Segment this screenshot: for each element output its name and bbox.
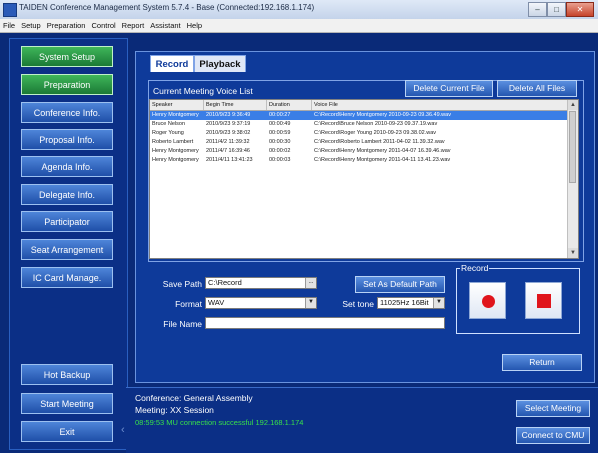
window-title: TAIDEN Conference Management System 5.7.… <box>19 3 315 12</box>
cell-duration: 00:00:30 <box>269 139 291 145</box>
voice-file-table[interactable]: Speaker Begin Time Duration Voice File H… <box>149 99 579 259</box>
start-meeting-button[interactable]: Start Meeting <box>21 393 113 414</box>
cell-duration: 00:00:02 <box>269 148 291 154</box>
menu-preparation[interactable]: Preparation <box>44 19 89 32</box>
save-path-value: C:\Record <box>208 278 242 287</box>
cell-begin-time: 2011/4/7 16:39:46 <box>206 148 250 154</box>
sidebar-item-seat-arrangement[interactable]: Seat Arrangement <box>21 239 113 260</box>
file-name-label: File Name <box>163 319 202 329</box>
table-row[interactable]: Henry Montgomery 2010/9/23 9:36:49 00:00… <box>150 111 568 120</box>
sidebar-item-proposal-info[interactable]: Proposal Info. <box>21 129 113 150</box>
column-begin-time[interactable]: Begin Time <box>204 100 267 110</box>
sidebar-item-agenda-info[interactable]: Agenda Info. <box>21 156 113 177</box>
cell-begin-time: 2010/9/23 9:38:02 <box>206 130 251 136</box>
cell-begin-time: 2011/4/11 13:41:23 <box>206 157 253 163</box>
format-value: WAV <box>208 298 225 307</box>
scroll-thumb[interactable] <box>569 111 576 183</box>
save-path-label: Save Path <box>162 279 202 289</box>
minimize-icon[interactable]: – <box>528 2 547 17</box>
record-group-legend: Record <box>460 263 490 273</box>
set-tone-value: 11025Hz 16Bit <box>380 298 429 307</box>
scroll-down-icon[interactable]: ▼ <box>568 248 578 258</box>
sidebar-item-preparation[interactable]: Preparation <box>21 74 113 95</box>
file-name-field[interactable] <box>205 317 445 329</box>
cell-speaker: Roberto Lambert <box>152 139 194 145</box>
cell-begin-time: 2011/4/2 11:39:32 <box>206 139 250 145</box>
cell-voice-file: C:\Record\Henry Montgomery 2011-04-11 13… <box>314 157 451 163</box>
menu-file[interactable]: File <box>0 19 18 32</box>
window-titlebar: TAIDEN Conference Management System 5.7.… <box>0 0 598 20</box>
format-label: Format <box>175 299 202 309</box>
table-row[interactable]: Henry Montgomery 2011/4/7 16:39:46 00:00… <box>150 147 568 156</box>
menu-assistant[interactable]: Assistant <box>147 19 183 32</box>
cell-voice-file: C:\Record\Henry Montgomery 2010-09-23 09… <box>314 112 451 118</box>
set-tone-select[interactable]: 11025Hz 16Bit ▼ <box>377 297 445 309</box>
menu-report[interactable]: Report <box>119 19 148 32</box>
menu-control[interactable]: Control <box>88 19 118 32</box>
cell-begin-time: 2010/9/23 9:37:19 <box>206 121 251 127</box>
meeting-name: Meeting: XX Session <box>135 405 214 415</box>
table-scrollbar[interactable]: ▲ ▼ <box>567 100 578 258</box>
cell-voice-file: C:\Record\Henry Montgomery 2011-04-07 16… <box>314 148 451 154</box>
delete-all-files-button[interactable]: Delete All Files <box>497 80 577 97</box>
cell-duration: 00:00:49 <box>269 121 291 127</box>
scroll-up-icon[interactable]: ▲ <box>568 100 578 110</box>
set-tone-label: Set tone <box>342 299 374 309</box>
sidebar-item-delegate-info[interactable]: Delegate Info. <box>21 184 113 205</box>
cell-duration: 00:00:03 <box>269 157 291 163</box>
record-dot-icon <box>482 295 495 308</box>
cell-begin-time: 2010/9/23 9:36:49 <box>206 112 251 118</box>
select-meeting-button[interactable]: Select Meeting <box>516 400 590 417</box>
column-speaker[interactable]: Speaker <box>150 100 204 110</box>
sidebar-item-participator[interactable]: Participator <box>21 211 113 232</box>
record-button[interactable] <box>469 282 506 319</box>
format-select[interactable]: WAV ▼ <box>205 297 317 309</box>
stop-button[interactable] <box>525 282 562 319</box>
status-message: 08:59:53 MU connection successful 192.16… <box>135 418 304 427</box>
table-header: Speaker Begin Time Duration Voice File <box>150 100 568 111</box>
collapse-arrow-icon[interactable]: ‹ <box>121 424 125 436</box>
menu-bar: File Setup Preparation Control Report As… <box>0 19 598 33</box>
table-row[interactable]: Roger Young 2010/9/23 9:38:02 00:00:59 C… <box>150 129 568 138</box>
return-button[interactable]: Return <box>502 354 582 371</box>
browse-button[interactable]: ... <box>305 278 316 288</box>
cell-speaker: Henry Montgomery <box>152 148 199 154</box>
set-default-path-button[interactable]: Set As Default Path <box>355 276 445 293</box>
sidebar-item-conference-info[interactable]: Conference Info. <box>21 102 113 123</box>
close-icon[interactable]: ✕ <box>566 2 594 17</box>
menu-setup[interactable]: Setup <box>18 19 44 32</box>
cell-voice-file: C:\Record\Roberto Lambert 2011-04-02 11.… <box>314 139 445 145</box>
sidebar-item-system-setup[interactable]: System Setup <box>21 46 113 67</box>
cell-speaker: Bruce Nelson <box>152 121 186 127</box>
sidebar-item-ic-card-manage[interactable]: IC Card Manage. <box>21 267 113 288</box>
app-logo-icon <box>3 3 17 17</box>
cell-voice-file: C:\Record\Bruce Nelson 2010-09-23 09.37.… <box>314 121 438 127</box>
cell-voice-file: C:\Record\Roger Young 2010-09-23 09.38.0… <box>314 130 437 136</box>
table-row[interactable]: Henry Montgomery 2011/4/11 13:41:23 00:0… <box>150 156 568 165</box>
menu-help[interactable]: Help <box>184 19 205 32</box>
cell-speaker: Henry Montgomery <box>152 112 199 118</box>
tab-playback[interactable]: Playback <box>194 55 246 72</box>
stop-square-icon <box>537 294 551 308</box>
voice-list-caption: Current Meeting Voice List <box>153 86 253 96</box>
table-row[interactable]: Roberto Lambert 2011/4/2 11:39:32 00:00:… <box>150 138 568 147</box>
delete-current-file-button[interactable]: Delete Current File <box>405 80 493 97</box>
conference-name: Conference: General Assembly <box>135 393 253 403</box>
cell-duration: 00:00:59 <box>269 130 291 136</box>
column-voice-file[interactable]: Voice File <box>312 100 568 110</box>
cell-duration: 00:00:27 <box>269 112 291 118</box>
cell-speaker: Roger Young <box>152 130 184 136</box>
maximize-icon[interactable]: □ <box>547 2 566 17</box>
save-path-field[interactable]: C:\Record ... <box>205 277 317 289</box>
dropdown-arrow-icon[interactable]: ▼ <box>433 298 444 308</box>
dropdown-arrow-icon[interactable]: ▼ <box>305 298 316 308</box>
exit-button[interactable]: Exit <box>21 421 113 442</box>
table-row[interactable]: Bruce Nelson 2010/9/23 9:37:19 00:00:49 … <box>150 120 568 129</box>
window-controls: – □ ✕ <box>528 2 594 17</box>
hot-backup-button[interactable]: Hot Backup <box>21 364 113 385</box>
column-duration[interactable]: Duration <box>267 100 312 110</box>
cell-speaker: Henry Montgomery <box>152 157 199 163</box>
tab-record[interactable]: Record <box>150 55 194 72</box>
connect-to-cmu-button[interactable]: Connect to CMU <box>516 427 590 444</box>
